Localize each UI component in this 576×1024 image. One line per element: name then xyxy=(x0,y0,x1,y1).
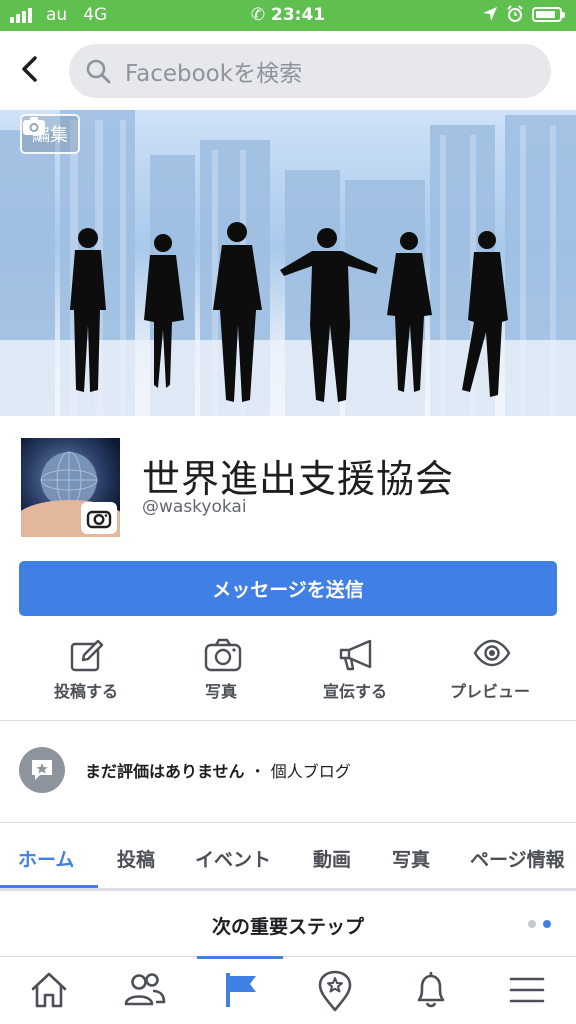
bell-icon xyxy=(417,972,445,1008)
battery-icon xyxy=(532,6,565,22)
alarm-icon xyxy=(507,5,523,22)
page-title: 世界進出支援協会 xyxy=(142,457,455,501)
post-action-button[interactable]: 投稿する xyxy=(21,636,151,706)
chevron-left-icon xyxy=(22,56,37,82)
edit-icon xyxy=(70,639,104,672)
tab-posts[interactable]: 投稿 xyxy=(117,845,155,872)
divider xyxy=(0,822,576,823)
megaphone-icon xyxy=(339,639,372,671)
tab-page-info[interactable]: ページ情報 xyxy=(470,845,565,872)
camera-icon xyxy=(204,638,242,672)
menu-icon xyxy=(509,977,545,1003)
profile-picture[interactable] xyxy=(21,438,120,537)
pager-dot-active xyxy=(543,920,551,928)
tab-home[interactable]: ホーム xyxy=(18,845,74,872)
tab-events[interactable]: イベント xyxy=(195,845,271,872)
page-tabs: ホーム 投稿 イベント 動画 写真 ページ情報 xyxy=(0,835,576,891)
profile-camera-button[interactable] xyxy=(81,502,117,534)
nav-nearby[interactable] xyxy=(314,969,358,1013)
pages-flag-icon xyxy=(226,973,256,1007)
next-steps-title: 次の重要ステップ xyxy=(211,916,364,938)
nav-notifications[interactable] xyxy=(410,969,454,1013)
nav-friends[interactable] xyxy=(123,969,167,1013)
next-steps-card: 次の重要ステップ xyxy=(0,894,576,956)
pager-dot xyxy=(528,920,536,928)
home-icon xyxy=(31,972,67,1008)
search-icon xyxy=(86,59,111,84)
rating-separator: ・ xyxy=(249,762,266,781)
location-star-icon xyxy=(318,970,352,1012)
page-category: 個人ブログ xyxy=(270,762,351,781)
eye-icon xyxy=(473,639,511,667)
cover-illustration xyxy=(0,110,576,416)
back-button[interactable] xyxy=(14,53,46,85)
location-arrow-icon xyxy=(483,7,497,21)
promote-action-label: 宣伝する xyxy=(322,682,387,701)
active-tab-indicator xyxy=(0,885,98,888)
rating-badge xyxy=(19,747,65,793)
clock-time: 23:41 xyxy=(271,5,326,25)
photo-action-label: 写真 xyxy=(204,682,237,701)
phone-icon: ✆ xyxy=(250,5,266,25)
bottom-navigation xyxy=(0,956,576,1024)
page-username: @waskyokai xyxy=(142,497,247,517)
search-input[interactable]: Facebookを検索 xyxy=(69,44,551,98)
nav-home[interactable] xyxy=(28,969,72,1013)
rating-row[interactable]: まだ評価はありません ・ 個人ブログ xyxy=(19,747,351,793)
nav-menu[interactable] xyxy=(506,969,550,1013)
active-nav-indicator xyxy=(197,956,283,959)
search-placeholder: Facebookを検索 xyxy=(125,61,303,87)
pager-dots xyxy=(528,920,551,928)
cover-photo[interactable]: 編集 xyxy=(0,110,576,416)
nav-pages[interactable] xyxy=(218,969,262,1013)
preview-action-label: プレビュー xyxy=(449,682,530,701)
post-action-label: 投稿する xyxy=(53,682,118,701)
rating-text: まだ評価はありません xyxy=(85,762,245,781)
search-header: Facebookを検索 xyxy=(0,31,576,110)
page-actions: 投稿する 写真 宣伝する プレビュー xyxy=(0,636,576,720)
photo-action-button[interactable]: 写真 xyxy=(156,636,286,706)
edit-cover-button[interactable]: 編集 xyxy=(20,114,80,154)
preview-action-button[interactable]: プレビュー xyxy=(425,636,555,706)
tab-photos[interactable]: 写真 xyxy=(392,845,430,872)
promote-action-button[interactable]: 宣伝する xyxy=(290,636,420,706)
send-message-button[interactable]: メッセージを送信 xyxy=(19,561,557,616)
friends-icon xyxy=(124,973,166,1006)
star-bubble-icon xyxy=(32,760,52,780)
camera-icon xyxy=(23,117,45,135)
status-bar: au 4G ✆ 23:41 xyxy=(0,0,576,31)
divider xyxy=(0,720,576,721)
tab-videos[interactable]: 動画 xyxy=(313,845,351,872)
camera-icon xyxy=(86,510,112,529)
